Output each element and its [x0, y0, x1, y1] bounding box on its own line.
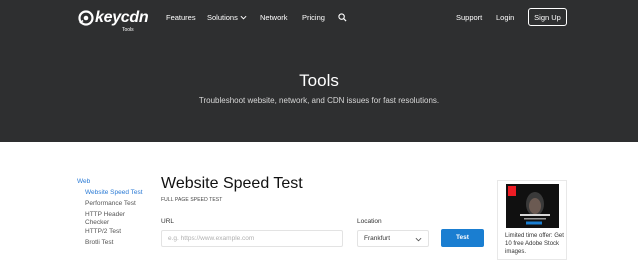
- tool-title: Website Speed Test: [161, 175, 303, 192]
- logo-subtitle: Tools: [122, 27, 134, 33]
- chevron-down-icon[interactable]: [240, 14, 247, 21]
- nav-support[interactable]: Support: [456, 13, 482, 23]
- chevron-down-icon: [415, 237, 422, 242]
- sidebar-section-web[interactable]: Web: [77, 178, 90, 186]
- sidebar-item-http-header-checker[interactable]: HTTP Header Checker: [85, 211, 133, 226]
- search-icon[interactable]: [338, 13, 347, 22]
- sidebar-item-website-speed-test[interactable]: Website Speed Test: [85, 189, 145, 197]
- test-button[interactable]: Test: [441, 229, 484, 247]
- signup-button[interactable]: Sign Up: [528, 8, 567, 26]
- ad-image[interactable]: [506, 184, 559, 228]
- sidebar-item-http2-test[interactable]: HTTP/2 Test: [85, 228, 145, 236]
- page-title: Tools: [299, 71, 339, 90]
- location-select[interactable]: Frankfurt: [357, 230, 429, 247]
- nav-features[interactable]: Features: [166, 13, 196, 23]
- page-subtitle: Troubleshoot website, network, and CDN i…: [198, 96, 440, 105]
- sidebar-item-performance-test[interactable]: Performance Test: [85, 200, 145, 208]
- nav-solutions[interactable]: Solutions: [207, 13, 238, 23]
- ad-text: Limited time offer: Get 10 free Adobe St…: [505, 233, 564, 255]
- url-input[interactable]: [161, 230, 343, 247]
- location-label: Location: [357, 218, 382, 225]
- logo-wordmark: keycdn: [95, 9, 149, 26]
- header: keycdn Tools Features Solutions Network …: [0, 0, 638, 142]
- location-value: Frankfurt: [364, 235, 391, 242]
- sidebar-item-brotli-test[interactable]: Brotli Test: [85, 239, 145, 247]
- nav-login[interactable]: Login: [496, 13, 514, 23]
- url-label: URL: [161, 218, 175, 225]
- nav-network[interactable]: Network: [260, 13, 288, 23]
- gear-logo-icon: [78, 10, 94, 26]
- keycdn-logo[interactable]: keycdn Tools: [78, 9, 149, 33]
- nav-pricing[interactable]: Pricing: [302, 13, 325, 23]
- ad-portrait-graphic: [520, 192, 550, 225]
- tool-subtitle: FULL PAGE SPEED TEST: [161, 197, 223, 203]
